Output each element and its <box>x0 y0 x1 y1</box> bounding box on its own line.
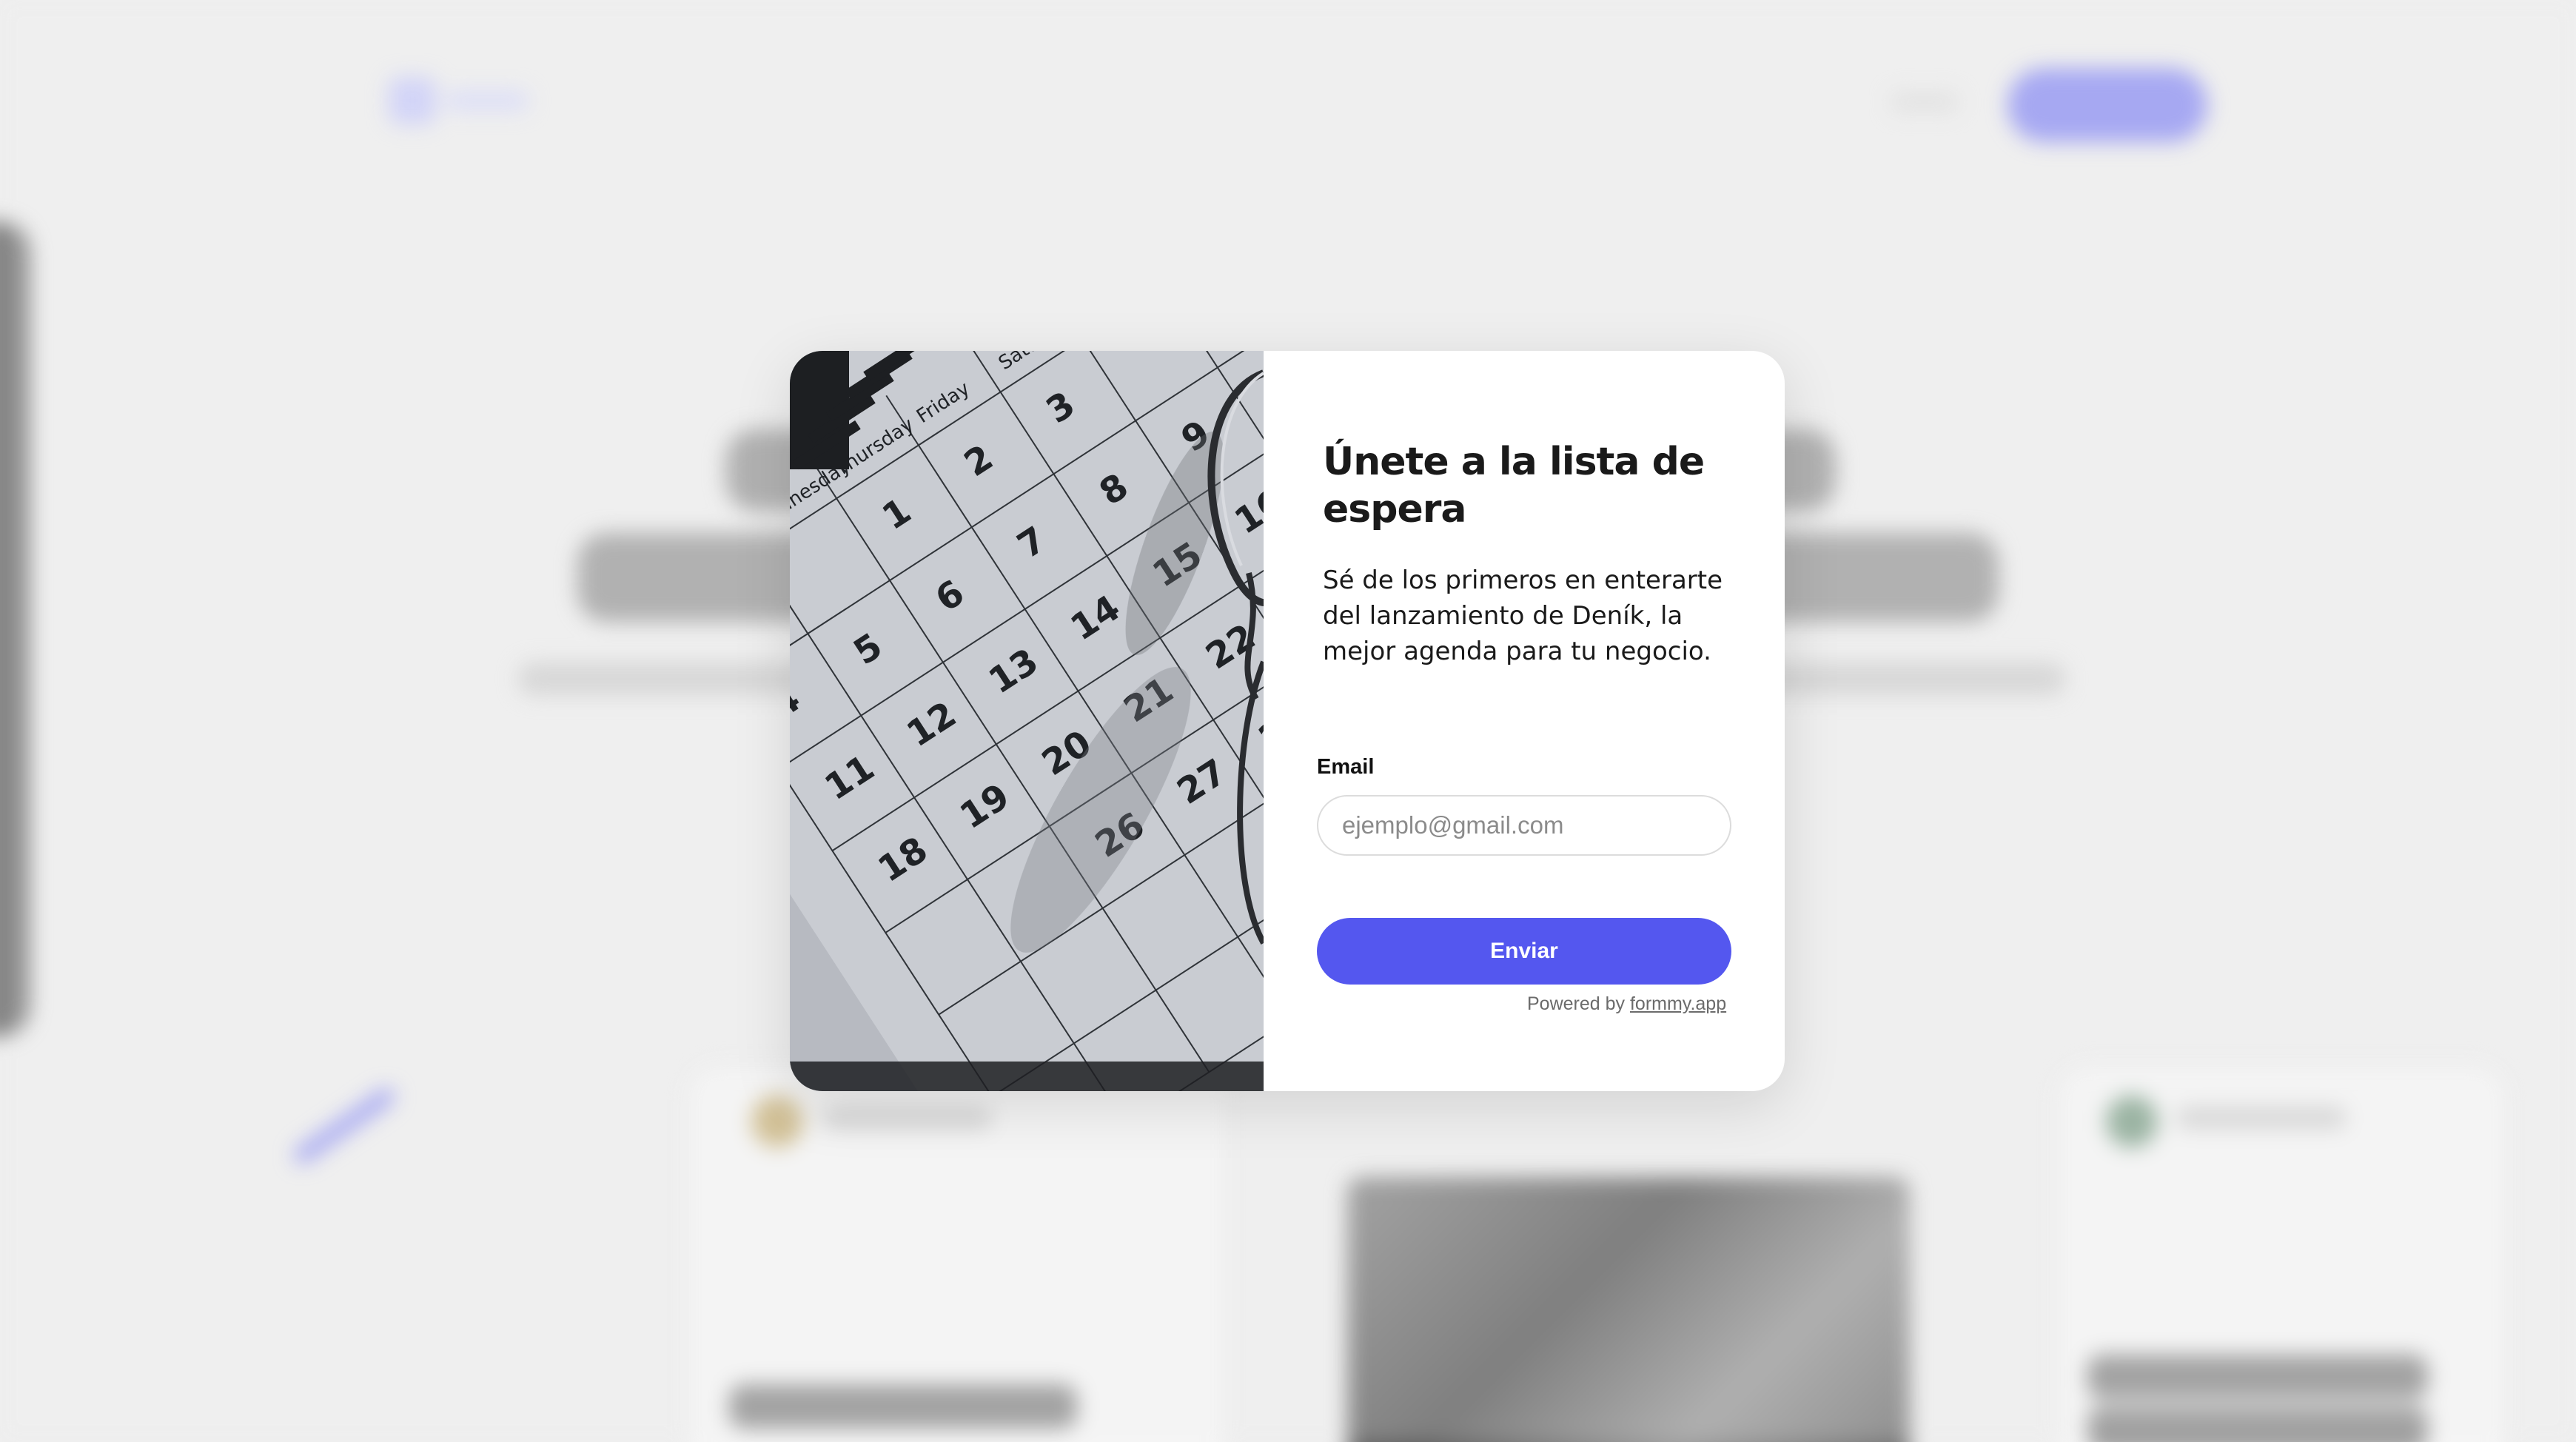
modal-content: Únete a la lista de espera Sé de los pri… <box>1264 351 1785 1091</box>
email-label: Email <box>1317 755 1375 779</box>
powered-by: Powered by formmy.app <box>1527 993 1726 1015</box>
modal-description: Sé de los primeros en enterarte del lanz… <box>1323 566 1723 666</box>
modal-title: Únete a la lista de espera <box>1323 440 1705 531</box>
calendar-photo: WednesdayThursdayFridaySaturdaySunday123… <box>790 351 1264 1091</box>
email-input[interactable] <box>1317 795 1731 856</box>
waitlist-modal: WednesdayThursdayFridaySaturdaySunday123… <box>790 351 1785 1091</box>
submit-button[interactable]: Enviar <box>1317 918 1731 985</box>
page: WednesdayThursdayFridaySaturdaySunday123… <box>0 0 2576 1442</box>
powered-by-text: Powered by <box>1527 993 1626 1014</box>
formmy-link[interactable]: formmy.app <box>1630 993 1726 1014</box>
